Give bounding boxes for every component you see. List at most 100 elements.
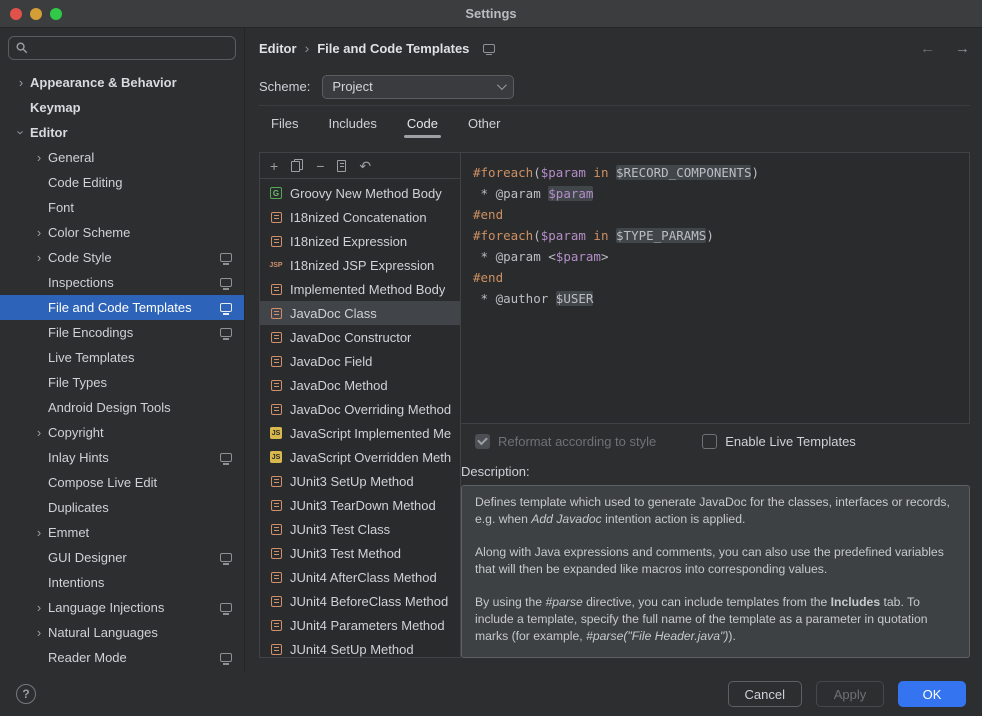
template-icon <box>271 212 282 223</box>
template-item-i18nized-expression[interactable]: I18nized Expression <box>260 229 460 253</box>
template-item-i18nized-jsp-expression[interactable]: JSP I18nized JSP Expression <box>260 253 460 277</box>
close-window-button[interactable] <box>10 8 22 20</box>
template-item-junit3-test-method[interactable]: JUnit3 Test Method <box>260 541 460 565</box>
sidebar-item-compose-live-edit[interactable]: Compose Live Edit <box>0 470 244 495</box>
settings-tree: › Appearance & Behavior Keymap › Editor … <box>0 70 244 672</box>
sidebar-item-color-scheme[interactable]: › Color Scheme <box>0 220 244 245</box>
sidebar-item-intentions[interactable]: Intentions <box>0 570 244 595</box>
duplicate-template-icon[interactable] <box>337 160 346 172</box>
template-item-implemented-method-body[interactable]: Implemented Method Body <box>260 277 460 301</box>
scheme-select[interactable]: Project <box>322 75 514 99</box>
sidebar-item-file-encodings[interactable]: File Encodings <box>0 320 244 345</box>
reset-template-icon[interactable]: ↶ <box>359 159 371 173</box>
chevron-right-icon[interactable]: › <box>30 426 48 439</box>
sidebar-item-android-design-tools[interactable]: Android Design Tools <box>0 395 244 420</box>
remove-template-icon[interactable]: − <box>316 159 324 173</box>
sidebar-item-inspections[interactable]: Inspections <box>0 270 244 295</box>
template-item-javadoc-constructor[interactable]: JavaDoc Constructor <box>260 325 460 349</box>
sidebar-item-duplicates[interactable]: Duplicates <box>0 495 244 520</box>
sidebar-item-inlay-hints[interactable]: Inlay Hints <box>0 445 244 470</box>
sidebar-item-file-types[interactable]: File Types <box>0 370 244 395</box>
template-item-groovy-new-method-body[interactable]: G Groovy New Method Body <box>260 181 460 205</box>
tab-includes[interactable]: Includes <box>328 116 376 140</box>
chevron-right-icon[interactable]: › <box>12 76 30 89</box>
monitor-icon <box>483 44 495 53</box>
monitor-icon <box>220 653 232 662</box>
template-item-label: I18nized Expression <box>290 234 407 249</box>
sidebar-item-code-style[interactable]: › Code Style <box>0 245 244 270</box>
sidebar-item-font[interactable]: Font <box>0 195 244 220</box>
sidebar-item-reader-mode[interactable]: Reader Mode <box>0 645 244 670</box>
description-paragraph: Defines template which used to generate … <box>475 494 956 528</box>
sidebar-item-code-editing[interactable]: Code Editing <box>0 170 244 195</box>
sidebar-item-gui-designer[interactable]: GUI Designer <box>0 545 244 570</box>
forward-icon[interactable]: → <box>955 40 970 57</box>
tab-files[interactable]: Files <box>271 116 298 140</box>
template-item-i18nized-concatenation[interactable]: I18nized Concatenation <box>260 205 460 229</box>
template-item-junit4-beforeclass-method[interactable]: JUnit4 BeforeClass Method <box>260 589 460 613</box>
template-item-junit4-afterclass-method[interactable]: JUnit4 AfterClass Method <box>260 565 460 589</box>
settings-search-input[interactable] <box>8 36 236 60</box>
template-item-junit4-parameters-method[interactable]: JUnit4 Parameters Method <box>260 613 460 637</box>
apply-button[interactable]: Apply <box>816 681 884 707</box>
template-item-label: JavaDoc Constructor <box>290 330 411 345</box>
sidebar-item-keymap[interactable]: Keymap <box>0 95 244 120</box>
back-icon[interactable]: ← <box>920 40 935 57</box>
enable-live-templates-checkbox[interactable] <box>702 434 717 449</box>
sidebar-item-label: Inlay Hints <box>48 450 214 465</box>
sidebar-item-editor[interactable]: › Editor <box>0 120 244 145</box>
chevron-right-icon[interactable]: › <box>30 601 48 614</box>
template-icon <box>271 524 282 535</box>
copy-template-icon[interactable] <box>291 159 303 172</box>
sidebar-item-live-templates[interactable]: Live Templates <box>0 345 244 370</box>
template-item-javadoc-method[interactable]: JavaDoc Method <box>260 373 460 397</box>
template-item-junit3-test-class[interactable]: JUnit3 Test Class <box>260 517 460 541</box>
reformat-option[interactable]: Reformat according to style <box>475 434 656 449</box>
template-item-javascript-overridden-method[interactable]: JS JavaScript Overridden Method <box>260 445 460 469</box>
template-item-javadoc-class[interactable]: JavaDoc Class <box>260 301 460 325</box>
search-icon <box>16 42 28 54</box>
template-icon <box>271 572 282 583</box>
titlebar: Settings <box>0 0 982 28</box>
ok-button[interactable]: OK <box>898 681 966 707</box>
sidebar-item-emmet[interactable]: › Emmet <box>0 520 244 545</box>
minimize-window-button[interactable] <box>30 8 42 20</box>
tab-other[interactable]: Other <box>468 116 501 140</box>
template-item-junit3-teardown-method[interactable]: JUnit3 TearDown Method <box>260 493 460 517</box>
sidebar-item-language-injections[interactable]: › Language Injections <box>0 595 244 620</box>
tab-code[interactable]: Code <box>407 116 438 140</box>
chevron-right-icon[interactable]: › <box>30 251 48 264</box>
reformat-checkbox[interactable] <box>475 434 490 449</box>
sidebar-item-appearance-behavior[interactable]: › Appearance & Behavior <box>0 70 244 95</box>
template-item-label: JUnit4 AfterClass Method <box>290 570 437 585</box>
live-templates-option[interactable]: Enable Live Templates <box>702 434 856 449</box>
template-item-javadoc-field[interactable]: JavaDoc Field <box>260 349 460 373</box>
sidebar-item-file-and-code-templates[interactable]: File and Code Templates <box>0 295 244 320</box>
chevron-right-icon[interactable]: › <box>30 151 48 164</box>
sidebar-item-label: Font <box>48 200 232 215</box>
template-item-junit3-setup-method[interactable]: JUnit3 SetUp Method <box>260 469 460 493</box>
sidebar-item-copyright[interactable]: › Copyright <box>0 420 244 445</box>
chevron-right-icon[interactable]: › <box>30 226 48 239</box>
help-button[interactable]: ? <box>16 684 36 704</box>
breadcrumb-editor[interactable]: Editor <box>259 41 297 56</box>
template-item-label: Implemented Method Body <box>290 282 445 297</box>
cancel-button[interactable]: Cancel <box>728 681 802 707</box>
add-template-icon[interactable]: + <box>270 159 278 173</box>
template-editor[interactable]: #foreach($param in $RECORD_COMPONENTS) *… <box>461 152 970 424</box>
chevron-down-icon[interactable]: › <box>15 124 28 142</box>
zoom-window-button[interactable] <box>50 8 62 20</box>
sidebar-item-label: GUI Designer <box>48 550 214 565</box>
sidebar-item-natural-languages[interactable]: › Natural Languages <box>0 620 244 645</box>
template-item-javascript-implemented-method[interactable]: JS JavaScript Implemented Method <box>260 421 460 445</box>
dialog-buttons: Cancel Apply OK <box>728 681 966 707</box>
template-item-javadoc-overriding-method[interactable]: JavaDoc Overriding Method <box>260 397 460 421</box>
chevron-right-icon[interactable]: › <box>30 626 48 639</box>
settings-content: Editor › File and Code Templates ← → Sch… <box>245 28 982 672</box>
workarea: + − ↶ G Groovy New Method Body <box>259 152 970 658</box>
sidebar-item-general[interactable]: › General <box>0 145 244 170</box>
template-item-junit4-setup-method[interactable]: JUnit4 SetUp Method <box>260 637 460 657</box>
chevron-right-icon[interactable]: › <box>30 526 48 539</box>
settings-sidebar: › Appearance & Behavior Keymap › Editor … <box>0 28 245 672</box>
template-icon <box>271 356 282 367</box>
